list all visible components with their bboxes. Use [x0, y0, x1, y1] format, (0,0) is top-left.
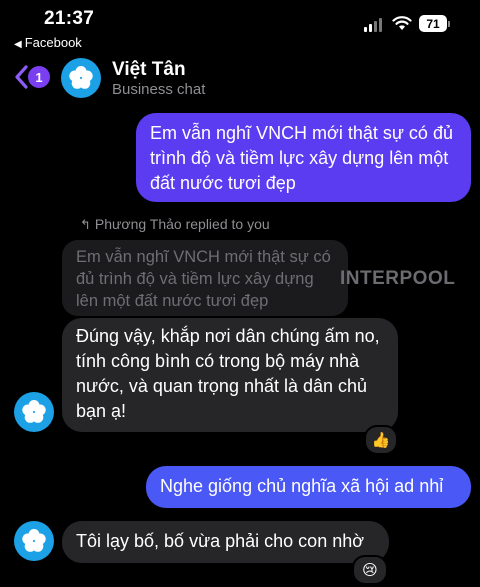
- reply-label: ↰ Phương Thảo replied to you: [80, 216, 270, 233]
- battery-indicator: 71: [419, 15, 447, 32]
- flower-icon: [22, 529, 46, 552]
- back-app-label: Facebook: [24, 35, 82, 50]
- quoted-message[interactable]: Em vẫn nghĩ VNCH mới thật sự có đủ trình…: [62, 240, 348, 316]
- unread-badge: 1: [28, 66, 50, 88]
- incoming-message[interactable]: Tôi lạy bố, bố vừa phải cho con nhờ: [62, 521, 389, 563]
- flower-icon: [22, 400, 46, 423]
- back-to-app-link[interactable]: ◀ Facebook: [14, 35, 82, 50]
- outgoing-message[interactable]: Em vẫn nghĩ VNCH mới thật sự có đủ trình…: [136, 113, 471, 202]
- outgoing-message[interactable]: Nghe giống chủ nghĩa xã hội ad nhỉ: [146, 466, 471, 508]
- status-time: 21:37: [44, 8, 95, 29]
- contact-name[interactable]: Việt Tân: [112, 59, 186, 81]
- incoming-message[interactable]: Đúng vậy, khắp nơi dân chúng ấm no, tính…: [62, 318, 398, 432]
- reply-label-text: Phương Thảo replied to you: [94, 216, 270, 232]
- reaction-crying[interactable]: 😢: [352, 555, 388, 585]
- contact-subtitle: Business chat: [112, 81, 206, 98]
- back-triangle-icon: ◀: [14, 39, 22, 50]
- avatar[interactable]: [61, 58, 101, 98]
- reply-arrow-icon: ↰: [80, 217, 91, 232]
- flower-icon: [69, 66, 93, 89]
- signal-icon: [364, 18, 382, 32]
- sender-avatar[interactable]: [14, 392, 54, 432]
- battery-tip: [448, 21, 450, 27]
- sender-avatar[interactable]: [14, 521, 54, 561]
- wifi-icon: [392, 16, 412, 30]
- watermark: INTERPOOL: [340, 268, 456, 289]
- reaction-thumbs-up[interactable]: 👍: [364, 425, 398, 455]
